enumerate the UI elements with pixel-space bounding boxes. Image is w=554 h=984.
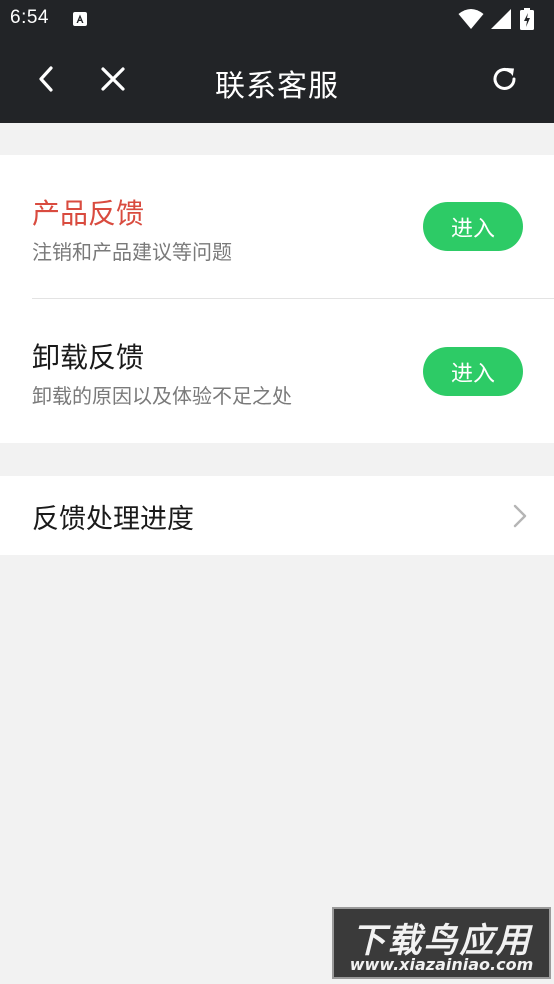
battery-charging-icon bbox=[520, 8, 534, 30]
watermark-url: www.xiazainiao.com bbox=[349, 955, 534, 974]
feedback-progress-label: 反馈处理进度 bbox=[32, 504, 194, 535]
wifi-icon bbox=[458, 9, 484, 29]
uninstall-feedback-subtitle: 卸载的原因以及体验不足之处 bbox=[32, 384, 292, 408]
nav-bar: 联系客服 bbox=[0, 37, 554, 123]
page-title: 联系客服 bbox=[215, 69, 339, 104]
product-feedback-row: 产品反馈 注销和产品建议等问题 进入 bbox=[0, 155, 554, 299]
feedback-progress-row[interactable]: 反馈处理进度 bbox=[0, 476, 554, 555]
uninstall-feedback-row: 卸载反馈 卸载的原因以及体验不足之处 进入 bbox=[0, 299, 554, 443]
status-time: 6:54 bbox=[10, 7, 49, 28]
signal-icon bbox=[491, 9, 511, 29]
watermark-logo: 下载鸟应用 www.xiazainiao.com bbox=[332, 907, 551, 979]
uninstall-feedback-enter-button[interactable]: 进入 bbox=[423, 347, 523, 396]
product-feedback-subtitle: 注销和产品建议等问题 bbox=[32, 240, 232, 264]
refresh-icon[interactable] bbox=[488, 62, 522, 96]
app-notification-icon bbox=[73, 12, 87, 26]
status-icons bbox=[458, 8, 544, 30]
feedback-card: 产品反馈 注销和产品建议等问题 进入 卸载反馈 卸载的原因以及体验不足之处 进入 bbox=[0, 155, 554, 443]
product-feedback-enter-button[interactable]: 进入 bbox=[423, 202, 523, 251]
uninstall-feedback-title: 卸载反馈 bbox=[32, 341, 145, 374]
chevron-right-icon bbox=[513, 504, 527, 528]
product-feedback-title: 产品反馈 bbox=[32, 197, 145, 230]
status-bar: 6:54 bbox=[0, 0, 554, 37]
